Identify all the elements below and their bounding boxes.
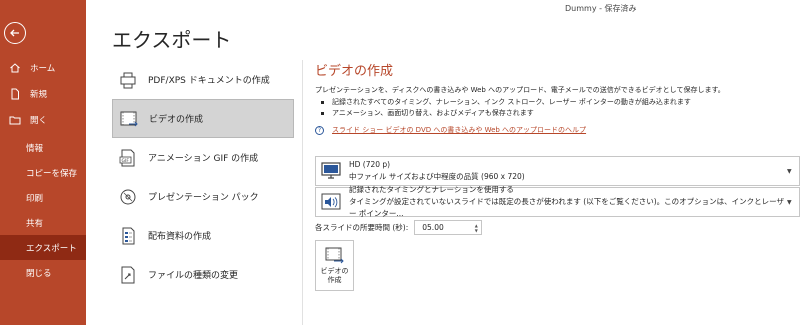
help-question-icon: ? [315, 125, 324, 135]
home-icon [8, 61, 22, 75]
option-create-video[interactable]: ビデオの作成 [112, 99, 294, 138]
monitor-icon [319, 159, 343, 183]
sidebar-item-new[interactable]: 新規 [0, 81, 86, 107]
bullet-dot-icon [321, 101, 324, 104]
sidebar-item-close[interactable]: 閉じる [0, 260, 86, 285]
sidebar-item-export[interactable]: エクスポート [0, 235, 86, 260]
option-change-file-type[interactable]: ファイルの種類の変更 [112, 255, 294, 294]
option-label: PDF/XPS ドキュメントの作成 [148, 76, 270, 86]
sidebar-item-label: 印刷 [26, 193, 44, 204]
sidebar-item-label: 閉じる [26, 268, 52, 279]
pdf-xps-icon [118, 70, 138, 90]
option-label: 配布資料の作成 [148, 232, 212, 242]
divider [302, 60, 303, 325]
timing-detail: タイミングが設定されていないスライドでは既定の長さが使われます (以下をご覧くだ… [349, 197, 784, 218]
backstage-sidebar: ホーム 新規 開く 情報 コピーを保存 印刷 共有 エクスポート 閉じる [0, 0, 86, 325]
option-animated-gif[interactable]: GIF アニメーション GIF の作成 [112, 138, 294, 177]
option-package-presentation[interactable]: プレゼンテーション パック [112, 177, 294, 216]
bullet-text: アニメーション、画面切り替え、およびメディアも保存されます [332, 109, 534, 117]
spin-down-icon[interactable]: ▼ [475, 228, 478, 233]
video-quality-dropdown[interactable]: HD (720 p) 中ファイル サイズおよび中程度の品質 (960 x 720… [315, 156, 800, 186]
option-label: ビデオの作成 [149, 115, 204, 125]
video-icon [325, 247, 344, 264]
open-folder-icon [8, 113, 22, 127]
option-pdf-xps[interactable]: PDF/XPS ドキュメントの作成 [112, 60, 294, 99]
handout-icon [118, 226, 138, 246]
document-title: Dummy - 保存済み [565, 4, 637, 13]
quality-title: HD (720 p) [349, 160, 391, 169]
timing-narration-dropdown[interactable]: 記録されたタイミングとナレーションを使用する タイミングが設定されていないスライ… [315, 185, 800, 218]
page-title: エクスポート [112, 28, 232, 52]
create-video-label: ビデオの作成 [320, 267, 349, 284]
sidebar-item-label: ホーム [30, 64, 56, 74]
seconds-per-slide-row: 各スライドの所要時間 (秒): 05.00 ▲ ▼ [315, 220, 483, 235]
option-label: プレゼンテーション パック [148, 193, 259, 203]
timing-title: 記録されたタイミングとナレーションを使用する [349, 185, 514, 194]
export-options-list: PDF/XPS ドキュメントの作成 ビデオの作成 GIF アニメーション GIF… [112, 60, 294, 294]
slide-narration-icon [319, 190, 343, 214]
sidebar-item-label: 共有 [26, 218, 44, 229]
bullet-text: 記録されたすべてのタイミング、ナレーション、インク ストローク、レーザー ポイン… [332, 98, 691, 106]
bullet-item: アニメーション、画面切り替え、およびメディアも保存されます [321, 108, 800, 119]
quality-detail: 中ファイル サイズおよび中程度の品質 (960 x 720) [349, 172, 525, 181]
help-link[interactable]: スライド ショー ビデオの DVD への書き込みや Web へのアップロードのヘ… [332, 125, 586, 135]
seconds-spinner[interactable]: 05.00 ▲ ▼ [414, 220, 483, 235]
seconds-value[interactable]: 05.00 [415, 223, 471, 232]
sidebar-item-label: コピーを保存 [26, 168, 78, 179]
sidebar-item-label: 開く [30, 116, 48, 126]
sidebar-item-print[interactable]: 印刷 [0, 185, 86, 210]
bullet-dot-icon [321, 112, 324, 115]
spinner-arrows[interactable]: ▲ ▼ [471, 221, 481, 234]
video-icon [119, 109, 139, 129]
sidebar-item-save-copy[interactable]: コピーを保存 [0, 160, 86, 185]
sidebar-item-label: 情報 [26, 143, 44, 154]
panel-description: プレゼンテーションを、ディスクへの書き込みや Web へのアップロード、電子メー… [315, 86, 725, 94]
gif-icon: GIF [118, 148, 138, 168]
sidebar-item-open[interactable]: 開く [0, 107, 86, 133]
disc-package-icon [118, 187, 138, 207]
panel-title: ビデオの作成 [315, 64, 394, 79]
create-video-button[interactable]: ビデオの作成 [315, 240, 354, 291]
option-create-handouts[interactable]: 配布資料の作成 [112, 216, 294, 255]
file-type-icon [118, 265, 138, 285]
back-button[interactable] [4, 22, 26, 44]
chevron-down-icon: ▼ [787, 198, 792, 206]
option-label: ファイルの種類の変更 [148, 271, 239, 281]
sidebar-item-label: 新規 [30, 90, 48, 100]
video-export-panel: ビデオの作成 プレゼンテーションを、ディスクへの書き込みや Web へのアップロ… [315, 60, 800, 291]
sidebar-item-info[interactable]: 情報 [0, 135, 86, 160]
sidebar-item-share[interactable]: 共有 [0, 210, 86, 235]
back-arrow-icon [10, 29, 19, 37]
new-document-icon [8, 87, 22, 101]
sidebar-item-home[interactable]: ホーム [0, 55, 86, 81]
bullet-item: 記録されたすべてのタイミング、ナレーション、インク ストローク、レーザー ポイン… [321, 97, 800, 108]
sidebar-item-label: エクスポート [26, 243, 77, 254]
chevron-down-icon: ▼ [787, 167, 792, 175]
option-label: アニメーション GIF の作成 [148, 154, 259, 164]
seconds-label: 各スライドの所要時間 (秒): [315, 223, 409, 232]
svg-text:GIF: GIF [122, 158, 130, 164]
